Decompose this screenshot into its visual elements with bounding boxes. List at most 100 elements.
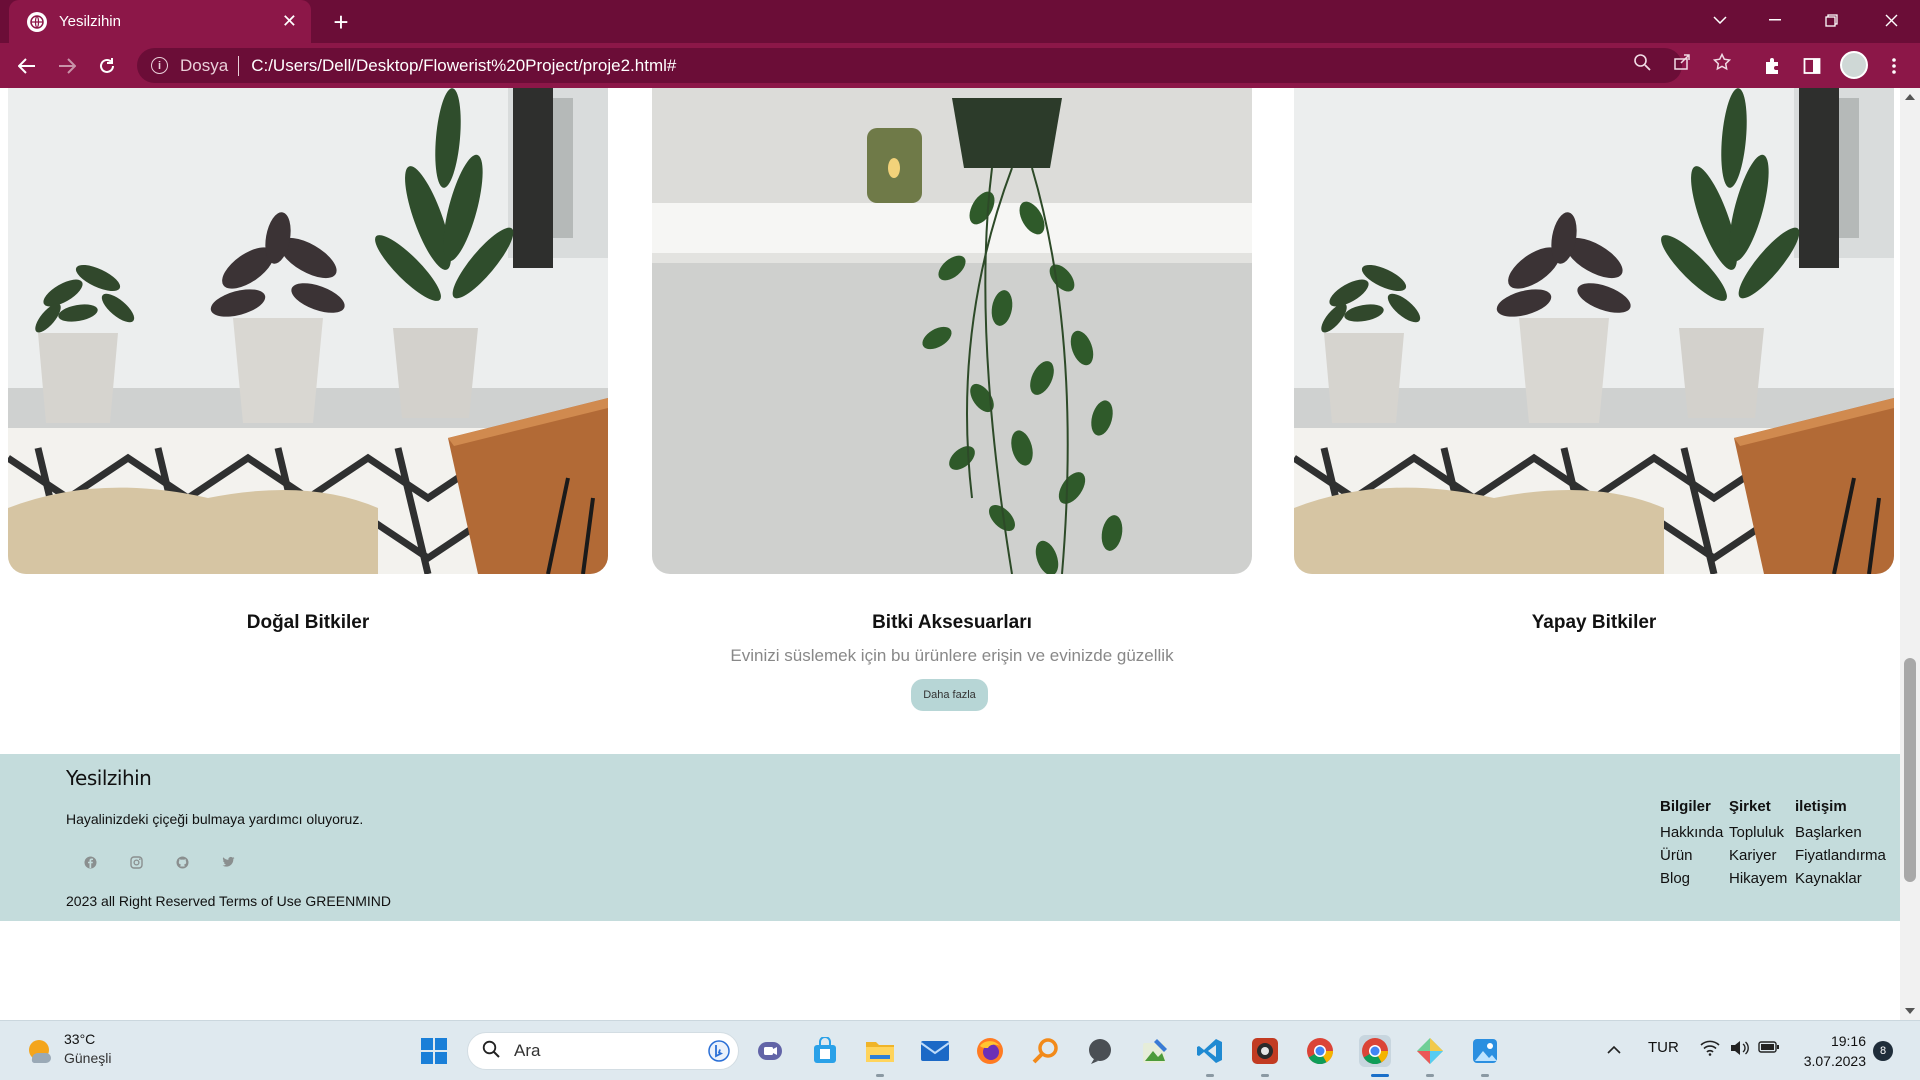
weather-condition[interactable]: Güneşli <box>64 1050 111 1066</box>
github-icon[interactable] <box>175 855 189 869</box>
running-indicator <box>1261 1074 1269 1077</box>
address-bar[interactable]: i Dosya C:/Users/Dell/Desktop/Flowerist%… <box>137 48 1682 83</box>
tab-search-chevron-icon[interactable] <box>1692 0 1748 40</box>
new-tab-button[interactable]: + <box>326 7 356 37</box>
clock-date: 3.07.2023 <box>1803 1053 1866 1069</box>
chrome-profile-icon[interactable] <box>1359 1035 1391 1067</box>
side-panel-icon[interactable] <box>1800 54 1824 78</box>
file-explorer-icon[interactable] <box>864 1035 896 1067</box>
scroll-down-icon[interactable] <box>1905 1008 1915 1014</box>
url-text[interactable]: C:/Users/Dell/Desktop/Flowerist%20Projec… <box>251 56 676 76</box>
scroll-up-icon[interactable] <box>1905 94 1915 100</box>
taskbar-search-box[interactable]: Ara <box>467 1032 739 1070</box>
footer-tagline: Hayalinizdeki çiçeği bulmaya yardımcı ol… <box>66 811 364 827</box>
weather-sun-icon[interactable] <box>26 1037 54 1065</box>
address-separator <box>238 55 240 76</box>
photos-icon[interactable] <box>1469 1035 1501 1067</box>
battery-icon[interactable] <box>1758 1040 1780 1058</box>
info-icon[interactable]: i <box>151 57 168 74</box>
footer-heading: iletişim <box>1795 798 1847 815</box>
card-title-artificial-plants: Yapay Bitkiler <box>1531 612 1657 633</box>
footer-link-about[interactable]: Hakkında <box>1660 821 1723 844</box>
search-everything-icon[interactable] <box>1029 1035 1061 1067</box>
site-footer: Yesilzihin Hayalinizdeki çiçeği bulmaya … <box>0 754 1900 921</box>
footer-link-resources[interactable]: Kaynaklar <box>1795 867 1886 890</box>
browser-tab-strip: Yesilzihin ✕ + <box>0 0 1920 43</box>
footer-link-career[interactable]: Kariyer <box>1729 844 1787 867</box>
mail-icon[interactable] <box>919 1035 951 1067</box>
search-placeholder: Ara <box>514 1041 541 1060</box>
footer-brand-logo[interactable]: Yesilzihin <box>66 766 152 790</box>
footer-link-community[interactable]: Topluluk <box>1729 821 1787 844</box>
restore-icon[interactable] <box>1803 0 1859 40</box>
page-scrollbar[interactable] <box>1900 88 1920 1020</box>
share-icon[interactable] <box>1672 52 1692 72</box>
weather-temperature[interactable]: 33°C <box>64 1031 95 1047</box>
natural-plants-image[interactable] <box>8 88 608 574</box>
teams-meet-icon[interactable] <box>754 1035 786 1067</box>
running-indicator <box>1206 1074 1214 1077</box>
footer-column-contact: iletişim Başlarken Fiyatlandırma Kaynakl… <box>1795 798 1886 890</box>
kebab-menu-icon[interactable] <box>1882 54 1906 78</box>
gitkraken-icon[interactable] <box>1414 1035 1446 1067</box>
scrollbar-thumb[interactable] <box>1904 658 1916 882</box>
facebook-icon[interactable] <box>83 855 97 869</box>
globe-icon <box>27 11 47 32</box>
vscode-icon[interactable] <box>1194 1035 1226 1067</box>
instagram-icon[interactable] <box>129 855 143 869</box>
footer-heading: Şirket <box>1729 798 1771 815</box>
bookmark-star-icon[interactable] <box>1712 52 1732 72</box>
tab-close-icon[interactable]: ✕ <box>282 11 297 32</box>
tray-chevron-up-icon[interactable] <box>1607 1041 1621 1058</box>
forward-arrow-icon[interactable] <box>50 49 84 83</box>
extensions-icon[interactable] <box>1760 54 1784 78</box>
footer-link-blog[interactable]: Blog <box>1660 867 1723 890</box>
active-indicator <box>1371 1074 1389 1077</box>
windows-start-icon[interactable] <box>420 1037 448 1065</box>
artificial-plants-image[interactable] <box>1294 88 1894 574</box>
footer-heading: Bilgiler <box>1660 798 1711 815</box>
paint-icon[interactable] <box>1139 1035 1171 1067</box>
wifi-icon[interactable] <box>1700 1040 1720 1060</box>
card-title-plant-accessories: Bitki Aksesuarları <box>872 612 1032 633</box>
volume-icon[interactable] <box>1729 1040 1749 1060</box>
scheme-label: Dosya <box>180 55 229 75</box>
language-indicator[interactable]: TUR <box>1648 1039 1679 1056</box>
chrome-icon[interactable] <box>1304 1035 1336 1067</box>
copyright-text: 2023 all Right Reserved Terms of Use GRE… <box>66 893 391 909</box>
footer-column-info: Bilgiler Hakkında Ürün Blog <box>1660 798 1723 890</box>
profile-avatar[interactable] <box>1840 51 1868 79</box>
minimize-icon[interactable] <box>1747 0 1803 40</box>
store-bag-icon[interactable] <box>809 1035 841 1067</box>
windows-taskbar: 33°C Güneşli Ara TUR 19:16 3.07.2023 8 <box>0 1020 1920 1080</box>
back-arrow-icon[interactable] <box>10 49 44 83</box>
footer-link-product[interactable]: Ürün <box>1660 844 1723 867</box>
more-button[interactable]: Daha fazla <box>911 679 988 711</box>
tab-title: Yesilzihin <box>59 13 121 30</box>
footer-link-pricing[interactable]: Fiyatlandırma <box>1795 844 1886 867</box>
running-indicator <box>1426 1074 1434 1077</box>
search-icon <box>482 1040 500 1063</box>
zoom-icon[interactable] <box>1632 52 1652 72</box>
reload-icon[interactable] <box>90 49 124 83</box>
browser-toolbar: i Dosya C:/Users/Dell/Desktop/Flowerist%… <box>0 43 1920 88</box>
firefox-icon[interactable] <box>974 1035 1006 1067</box>
notification-badge[interactable]: 8 <box>1873 1041 1893 1061</box>
card-description: Evinizi süslemek için bu ürünlere erişin… <box>730 646 1174 665</box>
system-clock[interactable]: 19:16 3.07.2023 <box>1802 1031 1866 1071</box>
obs-record-icon[interactable] <box>1249 1035 1281 1067</box>
card-title-natural-plants: Doğal Bitkiler <box>246 612 370 633</box>
footer-column-company: Şirket Topluluk Kariyer Hikayem <box>1729 798 1787 890</box>
page-viewport: Doğal Bitkiler Bitki Aksesuarları Yapay … <box>0 88 1900 1020</box>
bing-icon[interactable] <box>708 1040 730 1067</box>
footer-link-getting-started[interactable]: Başlarken <box>1795 821 1886 844</box>
running-indicator <box>876 1074 884 1077</box>
twitter-icon[interactable] <box>221 855 235 869</box>
close-window-icon[interactable] <box>1863 0 1919 40</box>
footer-link-story[interactable]: Hikayem <box>1729 867 1787 890</box>
chat-bubble-icon[interactable] <box>1084 1035 1116 1067</box>
running-indicator <box>1481 1074 1489 1077</box>
clock-time: 19:16 <box>1830 1033 1866 1049</box>
browser-tab-active[interactable]: Yesilzihin ✕ <box>9 0 311 43</box>
plant-accessories-image[interactable] <box>652 88 1252 574</box>
